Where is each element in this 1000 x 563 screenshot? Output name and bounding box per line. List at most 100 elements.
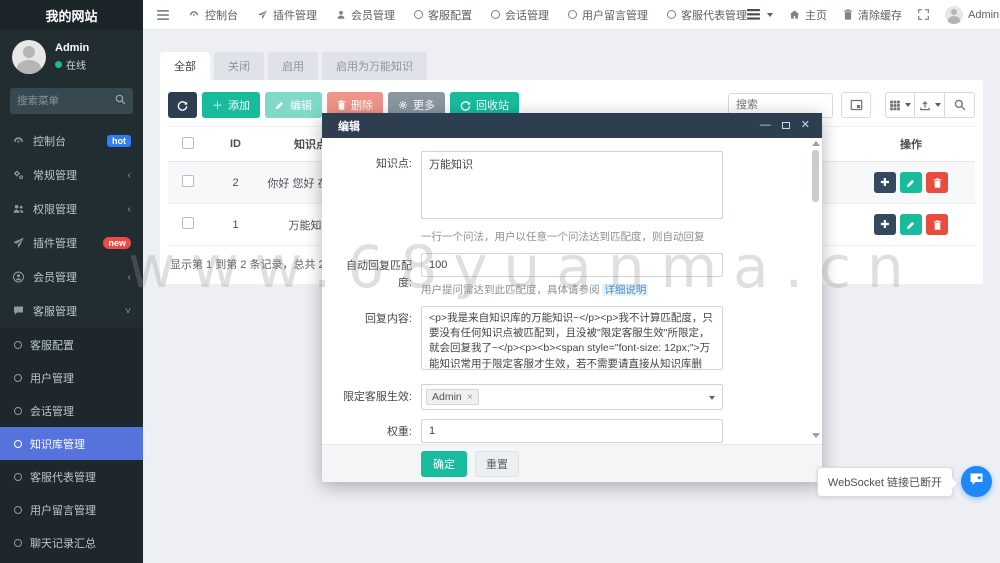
weight-input[interactable] [421, 419, 723, 443]
sidebar-subitem-user-messages[interactable]: 用户留言管理 [0, 493, 143, 526]
sidebar-item-customer-service[interactable]: 客服管理 ˅ [0, 294, 143, 328]
sidebar-subitem-cs-config[interactable]: 客服配置 [0, 328, 143, 361]
card-view-button[interactable] [841, 92, 871, 118]
nav-label: 主页 [805, 7, 827, 23]
sidebar-item-general[interactable]: 常规管理 ‹ [0, 158, 143, 192]
sidebar-item-label: 插件管理 [33, 235, 95, 251]
confirm-button[interactable]: 确定 [421, 451, 467, 477]
subitem-label: 知识库管理 [30, 436, 85, 452]
search-button[interactable] [945, 92, 975, 118]
nav-item-members[interactable]: 会员管理 [336, 7, 395, 23]
sidebar-search-input[interactable] [17, 95, 115, 107]
nav-label: 用户留言管理 [582, 7, 648, 23]
refresh-icon [177, 100, 188, 111]
sidebar-item-permissions[interactable]: 权限管理 ‹ [0, 192, 143, 226]
scroll-down-icon[interactable] [812, 433, 820, 438]
export-button[interactable] [915, 92, 945, 118]
reply-content-textarea[interactable] [421, 306, 723, 370]
sidebar-toggle-button[interactable] [157, 10, 169, 20]
match-degree-input[interactable] [421, 253, 723, 277]
scrollbar-thumb[interactable] [812, 150, 819, 202]
select-all-checkbox[interactable] [182, 137, 194, 149]
nav-user-menu[interactable]: Admin [945, 6, 999, 24]
sidebar-subitem-chat-records[interactable]: 聊天记录汇总 [0, 526, 143, 559]
fullscreen-button[interactable] [918, 9, 929, 20]
nav-label: 客服配置 [428, 7, 472, 23]
row-checkbox[interactable] [182, 217, 194, 229]
chevron-left-icon: ‹ [128, 272, 131, 283]
columns-button[interactable] [885, 92, 915, 118]
sidebar-item-members[interactable]: 会员管理 ‹ [0, 260, 143, 294]
sidebar-subitem-session-mgmt[interactable]: 会话管理 [0, 394, 143, 427]
nav-item-dashboard[interactable]: 控制台 [188, 7, 238, 23]
modal-scrollbar[interactable] [811, 141, 820, 438]
sidebar-item-label: 常规管理 [33, 167, 120, 183]
row-checkbox[interactable] [182, 175, 194, 187]
nav-label: 插件管理 [273, 7, 317, 23]
sidebar-menu: 控制台 hot 常规管理 ‹ 权限管理 ‹ 插件管理 new 会员管理 [0, 124, 143, 328]
nav-home-button[interactable]: 主页 [789, 7, 827, 23]
paper-plane-icon [257, 10, 268, 20]
edit-row-button[interactable] [900, 214, 922, 235]
paper-plane-icon [12, 237, 25, 249]
nav-menu-list-button[interactable] [747, 9, 773, 20]
move-row-button[interactable]: ✚ [874, 214, 896, 235]
sidebar-item-plugins[interactable]: 插件管理 new [0, 226, 143, 260]
nav-user-name: Admin [968, 9, 999, 21]
user-panel: Admin 在线 [0, 30, 143, 86]
tab-all[interactable]: 全部 [160, 52, 210, 80]
home-icon [789, 9, 800, 20]
brand-logo[interactable]: 我的网站 [0, 0, 143, 30]
nav-item-session-mgmt[interactable]: 会话管理 [491, 7, 549, 23]
detail-link[interactable]: 详细说明 [602, 284, 648, 296]
nav-label: 控制台 [205, 7, 238, 23]
edit-row-button[interactable] [900, 172, 922, 193]
sidebar-subitem-knowledge-base[interactable]: 知识库管理 [0, 427, 143, 460]
circle-icon [14, 341, 22, 349]
sidebar-subitem-quick-replies[interactable]: 快捷回复管理 [0, 559, 143, 563]
column-header-id[interactable]: ID [208, 127, 263, 162]
hamburger-icon [157, 10, 169, 20]
dashboard-icon [12, 135, 25, 147]
avatar [12, 40, 46, 74]
delete-row-button[interactable] [926, 172, 948, 193]
sidebar-subitem-cs-reps[interactable]: 客服代表管理 [0, 460, 143, 493]
edit-button[interactable]: 编辑 [265, 92, 322, 118]
tab-enabled[interactable]: 启用 [268, 52, 318, 80]
move-row-button[interactable]: ✚ [874, 172, 896, 193]
modal-footer: 确定 重置 [322, 444, 822, 482]
nav-item-user-messages[interactable]: 用户留言管理 [568, 7, 648, 23]
circle-icon [14, 374, 22, 382]
refresh-button[interactable] [168, 92, 197, 118]
tab-universal[interactable]: 启用为万能知识 [322, 52, 427, 80]
tab-closed[interactable]: 关闭 [214, 52, 264, 80]
reset-button[interactable]: 重置 [475, 451, 519, 477]
recycle-icon [460, 100, 471, 111]
remove-tag-icon[interactable]: × [467, 391, 473, 403]
nav-item-cs-reps[interactable]: 客服代表管理 [667, 7, 747, 23]
sidebar-subitem-user-mgmt[interactable]: 用户管理 [0, 361, 143, 394]
limit-agents-select[interactable]: Admin× [421, 384, 723, 410]
minimize-icon[interactable]: — [760, 120, 771, 131]
button-label: 回收站 [476, 97, 509, 113]
sidebar: 我的网站 Admin 在线 控制台 hot 常规管理 ‹ [0, 0, 143, 563]
nav-label: 会话管理 [505, 7, 549, 23]
scroll-up-icon[interactable] [812, 141, 820, 146]
field-label-limit: 限定客服生效: [340, 384, 412, 410]
maximize-icon[interactable] [782, 122, 790, 129]
nav-clear-cache-button[interactable]: 清除缓存 [843, 7, 902, 23]
nav-item-cs-config[interactable]: 客服配置 [414, 7, 472, 23]
online-dot-icon [55, 61, 62, 68]
add-button[interactable]: ＋添加 [202, 92, 260, 118]
search-icon[interactable] [115, 92, 126, 110]
sidebar-item-dashboard[interactable]: 控制台 hot [0, 124, 143, 158]
delete-row-button[interactable] [926, 214, 948, 235]
nav-item-plugins[interactable]: 插件管理 [257, 7, 317, 23]
field-label-knowledge: 知识点: [340, 151, 412, 244]
knowledge-textarea[interactable] [421, 151, 723, 219]
modal-header[interactable]: 编辑 — ✕ [322, 113, 822, 138]
close-icon[interactable]: ✕ [801, 120, 810, 131]
chat-fab-button[interactable] [961, 466, 992, 497]
field-label-weight: 权重: [340, 419, 412, 443]
app-root: 我的网站 Admin 在线 控制台 hot 常规管理 ‹ [0, 0, 1000, 563]
